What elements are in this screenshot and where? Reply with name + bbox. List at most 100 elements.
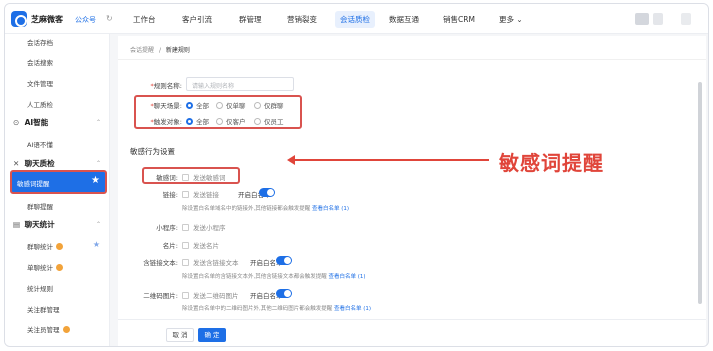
whitelist-count: (1) xyxy=(341,206,350,212)
rule-name-label: *规则名称: xyxy=(138,80,182,90)
checkbox-icon xyxy=(182,292,189,299)
link-text-whitelist-toggle[interactable] xyxy=(276,256,292,265)
vip-badge-icon xyxy=(56,264,63,271)
crossed-tools-icon: ✕ xyxy=(13,159,20,168)
tab-workbench[interactable]: 工作台 xyxy=(133,14,156,25)
sidebar-item-manual-check[interactable]: 人工质检 xyxy=(27,99,53,109)
scene-label-text: 聊天场景: xyxy=(153,102,182,110)
view-whitelist-link[interactable]: 查看白名单 xyxy=(329,274,357,280)
annotation-callout: 敏感词提醒 xyxy=(499,151,604,175)
tab-group-management[interactable]: 群管理 xyxy=(239,14,262,25)
sidebar-group-ai-label: AI智能 xyxy=(24,118,49,127)
view-whitelist-link[interactable]: 查看白名单 xyxy=(334,306,362,312)
sidebar-item-stat-rules[interactable]: 统计规则 xyxy=(27,283,53,293)
checkbox-icon xyxy=(182,224,189,231)
refresh-icon[interactable]: ↻ xyxy=(106,14,113,23)
vip-badge-icon xyxy=(56,243,63,250)
link-label: 链接: xyxy=(162,191,178,199)
top-navbar: 芝麻微客 公众号 ↻ 工作台 客户引流 群管理 营销裂变 会话质检 数据互通 销… xyxy=(5,4,708,34)
sidebar-group-chat-stats[interactable]: ▤ 聊天统计 xyxy=(13,219,55,230)
link-text-hint-text: 除设置白名单的含链接文本外,其他含链接文本都会触发提醒 xyxy=(182,274,327,280)
scene-radio-group[interactable]: 仅群聊 xyxy=(254,100,284,110)
sidebar-item-group-stats[interactable]: 群聊统计 xyxy=(27,241,63,251)
scene-option-single: 仅单聊 xyxy=(226,102,246,110)
breadcrumb-current: 新建规则 xyxy=(165,47,190,54)
sidebar-item-focus-staff-label: 关注员管理 xyxy=(27,326,60,334)
link-checkbox[interactable]: 发送链接 xyxy=(182,189,219,199)
sidebar-item-ai[interactable]: AI语不懂 xyxy=(27,139,53,149)
chevron-up-icon[interactable]: ⌃ xyxy=(96,160,101,167)
whitelist-count: (1) xyxy=(357,274,366,280)
radio-icon xyxy=(216,118,223,125)
chevron-up-icon[interactable]: ⌃ xyxy=(96,119,101,126)
tab-sales-crm[interactable]: 销售CRM xyxy=(443,14,475,25)
card-checkbox[interactable]: 发送名片 xyxy=(182,240,219,250)
tab-marketing[interactable]: 营销裂变 xyxy=(287,14,317,25)
tab-session-quality[interactable]: 会话质检 xyxy=(335,11,375,28)
star-outline-icon[interactable]: ★ xyxy=(93,240,100,249)
sidebar-item-group-reminder[interactable]: 群聊提醒 xyxy=(27,201,53,211)
target-radio-customer[interactable]: 仅客户 xyxy=(216,116,246,126)
app-frame: 芝麻微客 公众号 ↻ 工作台 客户引流 群管理 营销裂变 会话质检 数据互通 销… xyxy=(4,3,709,347)
sidebar-item-focus-groups[interactable]: 关注群管理 xyxy=(27,304,60,314)
scene-radio-all[interactable]: 全部 xyxy=(186,100,209,110)
sidebar-group-ai[interactable]: ⊙ AI智能 xyxy=(13,117,48,128)
sidebar-item-files[interactable]: 文件管理 xyxy=(27,78,53,88)
radio-icon xyxy=(254,102,261,109)
qr-hint: 除设置白名单中的二维码图片外,其他二维码图片都会触发提醒 查看白名单 (1) xyxy=(182,304,371,312)
sidebar-group-chat-check[interactable]: ✕ 聊天质检 xyxy=(13,158,55,169)
tab-data-sync[interactable]: 数据互通 xyxy=(389,14,419,25)
rule-name-placeholder: 请输入规则名称 xyxy=(192,83,235,90)
miniapp-label: 小程序: xyxy=(156,224,178,232)
sidebar-item-archive[interactable]: 会话存档 xyxy=(27,37,53,47)
link-whitelist-toggle[interactable] xyxy=(259,188,275,197)
user-menu-blur[interactable] xyxy=(681,13,691,25)
cancel-button[interactable]: 取 消 xyxy=(166,328,194,342)
checkbox-icon xyxy=(182,242,189,249)
user-name-blur xyxy=(653,13,663,25)
form-footer: 取 消 确 定 xyxy=(118,319,706,346)
chevron-up-icon[interactable]: ⌃ xyxy=(96,221,101,228)
target-option-staff: 仅员工 xyxy=(264,118,284,126)
qr-whitelist-toggle[interactable] xyxy=(276,289,292,298)
ai-icon: ⊙ xyxy=(13,118,20,127)
qr-checkbox[interactable]: 发送二维码图片 xyxy=(182,290,239,300)
radio-checked-icon xyxy=(186,118,193,125)
link-text-checkbox[interactable]: 发送含链接文本 xyxy=(182,257,239,267)
scrollbar[interactable] xyxy=(698,82,702,304)
main-content: 会话提醒 / 新建规则 *规则名称: 请输入规则名称 *聊天场景: 全部 仅单聊… xyxy=(118,36,706,346)
avatar[interactable] xyxy=(635,13,649,25)
scene-label: *聊天场景: xyxy=(138,100,182,110)
tab-more[interactable]: 更多 ⌄ xyxy=(499,14,523,25)
target-radio-staff[interactable]: 仅员工 xyxy=(254,116,284,126)
miniapp-checkbox[interactable]: 发送小程序 xyxy=(182,222,226,232)
sidebar-item-focus-staff[interactable]: 关注员管理 xyxy=(27,324,70,334)
scene-radio-single[interactable]: 仅单聊 xyxy=(216,100,246,110)
card-checkbox-label: 发送名片 xyxy=(193,242,219,250)
rule-name-input[interactable]: 请输入规则名称 xyxy=(186,77,294,91)
link-checkbox-label: 发送链接 xyxy=(193,191,219,199)
radio-checked-icon xyxy=(186,102,193,109)
breadcrumb-parent[interactable]: 会话提醒 xyxy=(130,47,154,54)
sensitive-checkbox[interactable]: 发送敏感词 xyxy=(182,172,226,182)
vip-badge-icon xyxy=(62,326,70,333)
tab-customer-acquisition[interactable]: 客户引流 xyxy=(182,14,212,25)
sidebar-item-single-stats[interactable]: 单聊统计 xyxy=(27,262,63,272)
rule-name-label-text: 规则名称: xyxy=(153,82,182,90)
card-label: 名片: xyxy=(162,242,178,250)
scene-option-group: 仅群聊 xyxy=(264,102,284,110)
link-text-checkbox-label: 发送含链接文本 xyxy=(193,259,239,267)
target-label-text: 触发对象: xyxy=(153,118,182,126)
link-text-hint: 除设置白名单的含链接文本外,其他含链接文本都会触发提醒 查看白名单 (1) xyxy=(182,272,366,280)
qr-checkbox-label: 发送二维码图片 xyxy=(193,292,239,300)
section-title: 敏感行为设置 xyxy=(130,147,175,156)
confirm-button[interactable]: 确 定 xyxy=(198,328,226,342)
sidebar-item-search[interactable]: 会话搜索 xyxy=(27,57,53,67)
divider xyxy=(118,59,706,60)
qr-label: 二维码图片: xyxy=(143,292,178,300)
sidebar-item-group-stats-label: 群聊统计 xyxy=(27,243,53,251)
link-hint-text: 除设置白名单域名中的链接外,其他链接都会触发提醒 xyxy=(182,206,311,212)
view-whitelist-link[interactable]: 查看白名单 xyxy=(312,206,340,212)
account-switch[interactable]: 公众号 xyxy=(75,15,96,25)
target-radio-all[interactable]: 全部 xyxy=(186,116,209,126)
